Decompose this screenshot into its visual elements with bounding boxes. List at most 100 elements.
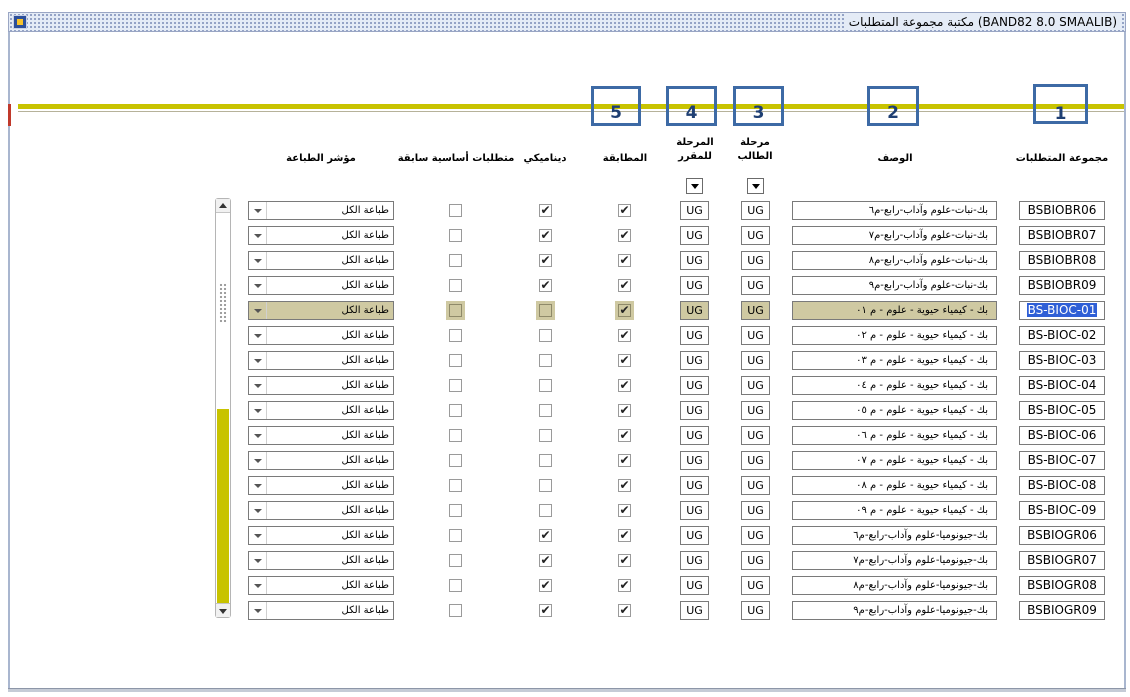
match-checkbox[interactable]: ✔ [618,479,631,492]
dynamic-checkbox[interactable] [539,329,552,342]
chevron-down-icon[interactable] [249,202,267,219]
chevron-down-icon[interactable] [249,327,267,344]
table-row[interactable]: BS-BIOC-06 بك - كيمياء حيوية - علوم - م ٠… [0,423,1130,448]
match-checkbox[interactable]: ✔ [618,329,631,342]
title-bar[interactable]: مكتبة مجموعة المتطلبات (BAND82 8.0 SMAAL… [8,12,1126,32]
rule-group-field[interactable]: BS-BIOC-06 [1019,426,1105,445]
prereq-checkbox[interactable] [449,554,462,567]
student-level-field[interactable]: UG [741,551,770,570]
description-field[interactable]: بك - كيمياء حيوية - علوم - م ٠٧ [792,451,997,470]
prereq-checkbox[interactable] [449,479,462,492]
course-level-field[interactable]: UG [680,201,709,220]
description-field[interactable]: بك - كيمياء حيوية - علوم - م ٠٣ [792,351,997,370]
prereq-checkbox[interactable] [449,254,462,267]
rule-group-field[interactable]: BS-BIOC-05 [1019,401,1105,420]
dynamic-checkbox[interactable]: ✔ [539,604,552,617]
prereq-checkbox[interactable] [449,229,462,242]
match-checkbox[interactable]: ✔ [618,304,631,317]
description-field[interactable]: بك - كيمياء حيوية - علوم - م ٠٤ [792,376,997,395]
print-indicator-select[interactable]: طباعة الكل [248,576,394,595]
table-row[interactable]: BSBIOGR09 بك-جيونوميا-علوم وآداب-رابع-م٩ U… [0,598,1130,623]
description-field[interactable]: بك-نبات-علوم وآداب-رابع-م٨ [792,251,997,270]
match-checkbox[interactable]: ✔ [618,229,631,242]
description-field[interactable]: بك - كيمياء حيوية - علوم - م ٠٨ [792,476,997,495]
course-level-field[interactable]: UG [680,251,709,270]
rule-group-field[interactable]: BSBIOGR06 [1019,526,1105,545]
rule-group-field[interactable]: BS-BIOC-04 [1019,376,1105,395]
print-indicator-select[interactable]: طباعة الكل [248,351,394,370]
table-row[interactable]: BS-BIOC-03 بك - كيمياء حيوية - علوم - م ٠… [0,348,1130,373]
description-field[interactable]: بك - كيمياء حيوية - علوم - م ٠٦ [792,426,997,445]
rule-group-field[interactable]: BSBIOBR09 [1019,276,1105,295]
table-row[interactable]: BSBIOBR07 بك-نبات-علوم وآداب-رابع-م٧ UG UG ✔… [0,223,1130,248]
table-row[interactable]: BSBIOBR06 بك-نبات-علوم وآداب-رابع-م٦ UG UG ✔… [0,198,1130,223]
print-indicator-select[interactable]: طباعة الكل [248,551,394,570]
description-field[interactable]: بك-جيونوميا-علوم وآداب-رابع-م٦ [792,526,997,545]
match-checkbox[interactable]: ✔ [618,429,631,442]
rule-group-field[interactable]: BS-BIOC-03 [1019,351,1105,370]
prereq-checkbox[interactable] [449,504,462,517]
student-level-field[interactable]: UG [741,401,770,420]
chevron-down-icon[interactable] [249,577,267,594]
rule-group-field[interactable]: BS-BIOC-08 [1019,476,1105,495]
student-level-filter-dropdown[interactable] [747,178,764,194]
description-field[interactable]: بك - كيمياء حيوية - علوم - م ٠٩ [792,501,997,520]
dynamic-checkbox[interactable]: ✔ [539,279,552,292]
table-row[interactable]: BS-BIOC-08 بك - كيمياء حيوية - علوم - م ٠… [0,473,1130,498]
student-level-field[interactable]: UG [741,426,770,445]
dynamic-checkbox[interactable] [539,479,552,492]
print-indicator-select[interactable]: طباعة الكل [248,476,394,495]
print-indicator-select[interactable]: طباعة الكل [248,326,394,345]
print-indicator-select[interactable]: طباعة الكل [248,201,394,220]
chevron-down-icon[interactable] [249,302,267,319]
student-level-field[interactable]: UG [741,526,770,545]
match-checkbox[interactable]: ✔ [618,579,631,592]
course-level-field[interactable]: UG [680,601,709,620]
match-checkbox[interactable]: ✔ [618,279,631,292]
dynamic-checkbox[interactable] [539,429,552,442]
prereq-checkbox[interactable] [449,429,462,442]
prereq-checkbox[interactable] [449,204,462,217]
table-row[interactable]: BS-BIOC-07 بك - كيمياء حيوية - علوم - م ٠… [0,448,1130,473]
course-level-field[interactable]: UG [680,451,709,470]
print-indicator-select[interactable]: طباعة الكل [248,526,394,545]
dynamic-checkbox[interactable]: ✔ [539,579,552,592]
chevron-down-icon[interactable] [249,252,267,269]
table-row[interactable]: BSBIOBR09 بك-نبات-علوم وآداب-رابع-م٩ UG UG ✔… [0,273,1130,298]
prereq-checkbox[interactable] [449,329,462,342]
prereq-checkbox[interactable] [449,604,462,617]
prereq-checkbox[interactable] [449,404,462,417]
student-level-field[interactable]: UG [741,226,770,245]
print-indicator-select[interactable]: طباعة الكل [248,451,394,470]
rule-group-field[interactable]: BSBIOBR06 [1019,201,1105,220]
print-indicator-select[interactable]: طباعة الكل [248,226,394,245]
dynamic-checkbox[interactable] [539,454,552,467]
match-checkbox[interactable]: ✔ [618,254,631,267]
match-checkbox[interactable]: ✔ [618,554,631,567]
description-field[interactable]: بك-جيونوميا-علوم وآداب-رابع-م٨ [792,576,997,595]
chevron-down-icon[interactable] [249,502,267,519]
student-level-field[interactable]: UG [741,451,770,470]
table-row[interactable]: BS-BIOC-09 بك - كيمياء حيوية - علوم - م ٠… [0,498,1130,523]
rule-group-field[interactable]: BS-BIOC-02 [1019,326,1105,345]
table-row[interactable]: BS-BIOC-02 بك - كيمياء حيوية - علوم - م ٠… [0,323,1130,348]
match-checkbox[interactable]: ✔ [618,404,631,417]
student-level-field[interactable]: UG [741,326,770,345]
rule-group-field[interactable]: BS-BIOC-09 [1019,501,1105,520]
print-indicator-select[interactable]: طباعة الكل [248,251,394,270]
chevron-down-icon[interactable] [249,452,267,469]
description-field[interactable]: بك-جيونوميا-علوم وآداب-رابع-م٧ [792,551,997,570]
rule-group-field[interactable]: BSBIOGR07 [1019,551,1105,570]
dynamic-checkbox[interactable]: ✔ [539,254,552,267]
dynamic-checkbox[interactable] [539,304,552,317]
print-indicator-select[interactable]: طباعة الكل [248,301,394,320]
course-level-field[interactable]: UG [680,476,709,495]
course-level-filter-dropdown[interactable] [686,178,703,194]
chevron-down-icon[interactable] [249,277,267,294]
student-level-field[interactable]: UG [741,276,770,295]
course-level-field[interactable]: UG [680,426,709,445]
app-icon[interactable] [13,15,27,29]
table-row[interactable]: BSBIOBR08 بك-نبات-علوم وآداب-رابع-م٨ UG UG ✔… [0,248,1130,273]
chevron-down-icon[interactable] [249,402,267,419]
print-indicator-select[interactable]: طباعة الكل [248,601,394,620]
